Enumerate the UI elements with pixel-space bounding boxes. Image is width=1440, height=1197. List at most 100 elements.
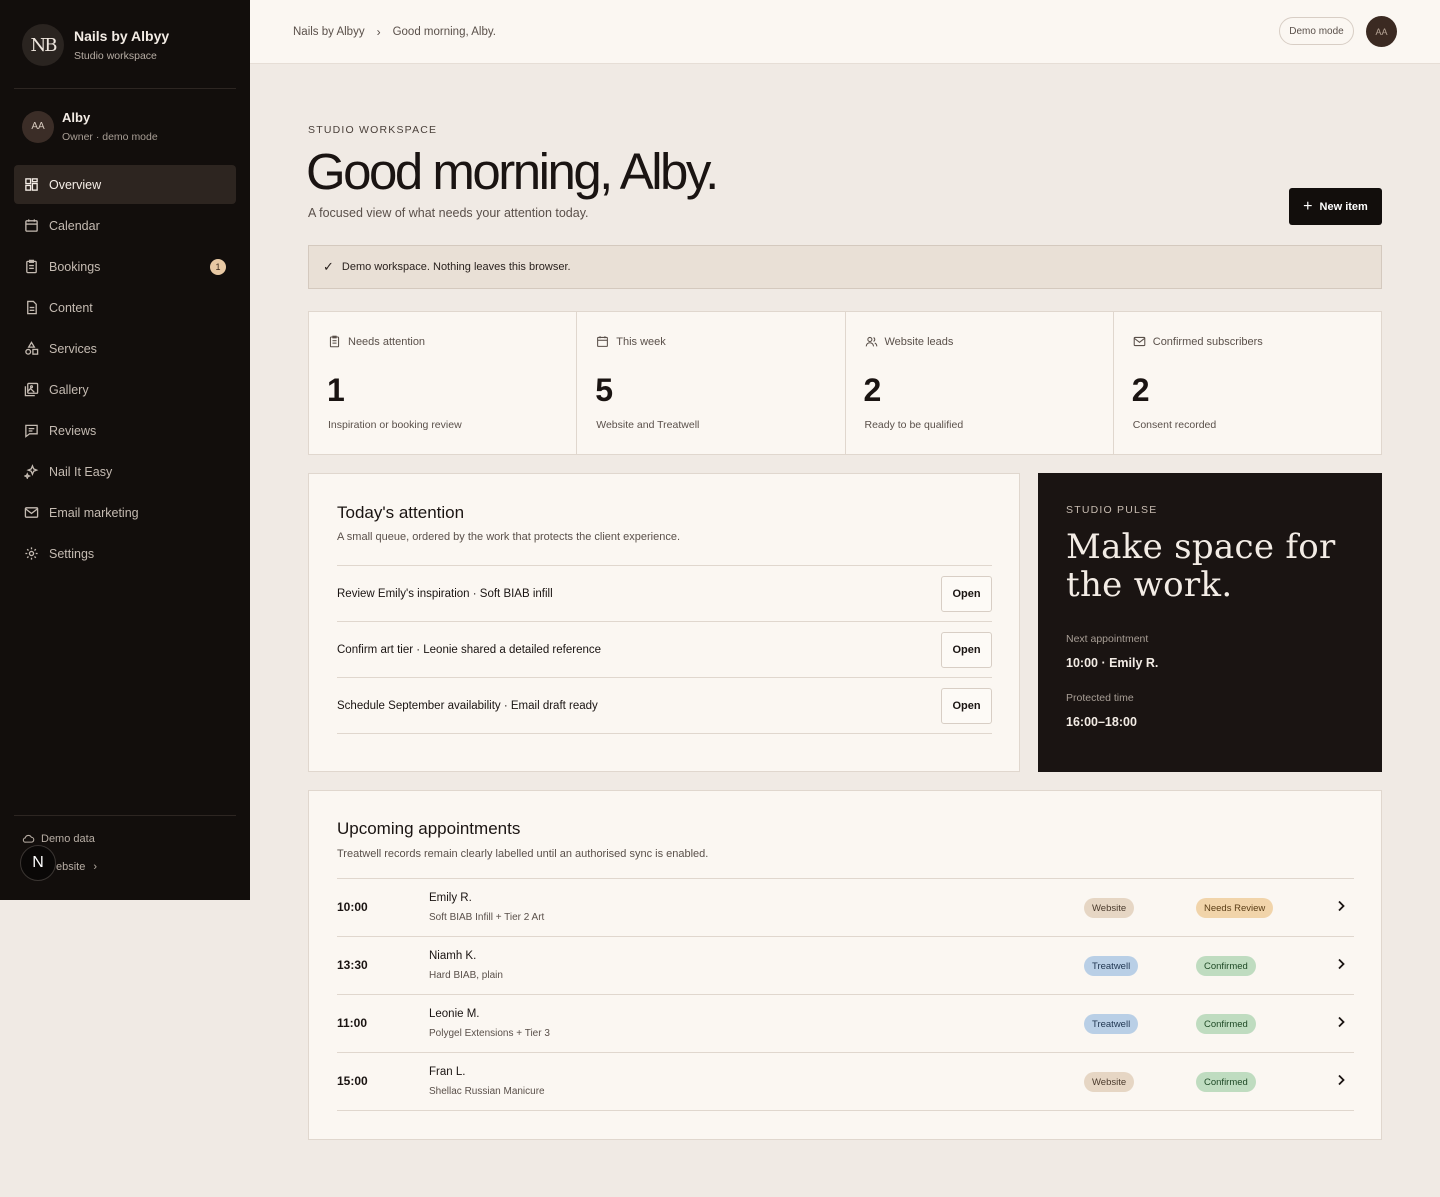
chevron-right-icon[interactable] bbox=[1334, 957, 1348, 971]
stat-sub: Website and Treatwell bbox=[596, 419, 700, 431]
source-badge: Treatwell bbox=[1084, 956, 1139, 976]
plus-icon: + bbox=[1303, 197, 1313, 215]
service-name: Polygel Extensions + Tier 3 bbox=[429, 1028, 550, 1039]
stat-card-this-week[interactable]: This week 5 Website and Treatwell bbox=[577, 312, 846, 454]
appointments-title: Upcoming appointments bbox=[337, 819, 521, 838]
stat-sub: Consent recorded bbox=[1132, 419, 1217, 431]
stat-card-needs-attention[interactable]: Needs attention 1 Inspiration or booking… bbox=[309, 312, 578, 454]
sidebar-item-nail-it-easy[interactable]: Nail It Easy bbox=[14, 452, 236, 491]
service-name: Shellac Russian Manicure bbox=[429, 1086, 545, 1097]
protected-time-value: 16:00–18:00 bbox=[1066, 715, 1137, 729]
chevron-right-icon[interactable] bbox=[1334, 1073, 1348, 1087]
brand-subtitle: Studio workspace bbox=[74, 50, 157, 62]
appointment-time: 10:00 bbox=[337, 900, 368, 914]
sidebar-item-reviews[interactable]: Reviews bbox=[14, 411, 236, 450]
stats-row: Needs attention 1 Inspiration or booking… bbox=[308, 311, 1382, 455]
shapes-icon bbox=[23, 341, 39, 357]
status-badge: Confirmed bbox=[1196, 1014, 1256, 1034]
breadcrumb-root[interactable]: Nails by Albyy bbox=[293, 26, 365, 38]
topbar: Nails by Albyy › Good morning, Alby. Dem… bbox=[250, 0, 1440, 64]
user-profile[interactable]: AA Alby Owner · demo mode bbox=[22, 110, 158, 143]
pulse-eyebrow: STUDIO PULSE bbox=[1066, 504, 1158, 516]
sidebar-item-email-marketing[interactable]: Email marketing bbox=[14, 493, 236, 532]
upcoming-appointments-card: Upcoming appointments Treatwell records … bbox=[308, 790, 1382, 1140]
demo-banner-text: Demo workspace. Nothing leaves this brow… bbox=[341, 261, 571, 273]
sidebar-item-label: Gallery bbox=[49, 382, 89, 397]
dev-tools-badge[interactable]: N bbox=[20, 845, 56, 881]
check-icon: ✓ bbox=[323, 259, 334, 274]
chevron-right-icon[interactable] bbox=[1334, 899, 1348, 913]
sidebar-item-settings[interactable]: Settings bbox=[14, 534, 236, 573]
page-eyebrow: STUDIO WORKSPACE bbox=[308, 124, 438, 136]
attention-item-text: Review Emily's inspiration · Soft BIAB i… bbox=[337, 587, 553, 600]
attention-item-text: Confirm art tier · Leonie shared a detai… bbox=[337, 643, 602, 656]
sidebar-item-content[interactable]: Content bbox=[14, 288, 236, 327]
stat-card-confirmed-subscribers[interactable]: Confirmed subscribers 2 Consent recorded bbox=[1114, 312, 1381, 454]
stat-sub: Ready to be qualified bbox=[864, 419, 964, 431]
demo-banner: ✓ Demo workspace. Nothing leaves this br… bbox=[308, 245, 1382, 289]
clipboard-icon bbox=[23, 259, 39, 275]
user-name: Alby bbox=[62, 110, 91, 125]
mail-icon bbox=[1133, 336, 1146, 347]
sidebar-item-label: Overview bbox=[49, 177, 102, 192]
stat-label: Confirmed subscribers bbox=[1152, 335, 1263, 348]
todays-attention-card: Today's attention A small queue, ordered… bbox=[308, 473, 1020, 772]
stat-value: 1 bbox=[327, 372, 345, 408]
table-row[interactable]: 10:00 Emily R. Soft BIAB Infill + Tier 2… bbox=[337, 879, 1354, 937]
open-button[interactable]: Open bbox=[941, 687, 992, 724]
sidebar-item-overview[interactable]: Overview bbox=[14, 165, 236, 204]
sidebar-item-bookings[interactable]: Bookings 1 bbox=[14, 247, 236, 286]
stat-card-website-leads[interactable]: Website leads 2 Ready to be qualified bbox=[846, 312, 1114, 454]
website-link[interactable]: ebsite › bbox=[56, 861, 97, 873]
sidebar-item-services[interactable]: Services bbox=[14, 329, 236, 368]
cloud-icon bbox=[22, 834, 35, 843]
attention-title: Today's attention bbox=[337, 503, 465, 522]
appointment-time: 15:00 bbox=[337, 1074, 368, 1088]
gallery-icon bbox=[23, 382, 39, 398]
client-name: Leonie M. bbox=[429, 1008, 480, 1020]
sidebar-item-label: Reviews bbox=[49, 423, 97, 438]
page-title: Good morning, Alby. bbox=[306, 143, 719, 200]
chevron-right-icon[interactable] bbox=[1334, 1015, 1348, 1029]
appointments-desc: Treatwell records remain clearly labelle… bbox=[337, 848, 709, 860]
sidebar-item-calendar[interactable]: Calendar bbox=[14, 206, 236, 245]
sidebar-divider bbox=[14, 88, 236, 89]
table-row[interactable]: 11:00 Leonie M. Polygel Extensions + Tie… bbox=[337, 995, 1354, 1053]
sidebar-item-label: Content bbox=[49, 300, 93, 315]
appointments-list: 10:00 Emily R. Soft BIAB Infill + Tier 2… bbox=[337, 878, 1354, 1111]
avatar[interactable]: AA bbox=[1366, 16, 1397, 47]
sidebar-item-gallery[interactable]: Gallery bbox=[14, 370, 236, 409]
stat-label: Website leads bbox=[884, 335, 954, 348]
table-row[interactable]: 15:00 Fran L. Shellac Russian Manicure W… bbox=[337, 1053, 1354, 1111]
stat-value: 2 bbox=[1131, 372, 1150, 408]
pulse-headline: Make space for the work. bbox=[1066, 527, 1336, 605]
appointment-time: 11:00 bbox=[337, 1016, 368, 1030]
breadcrumb: Nails by Albyy › Good morning, Alby. bbox=[293, 25, 496, 39]
document-icon bbox=[23, 300, 39, 316]
demo-mode-badge[interactable]: Demo mode bbox=[1279, 17, 1354, 45]
status-badge: Needs Review bbox=[1196, 898, 1274, 918]
sidebar-item-label: Email marketing bbox=[49, 505, 139, 520]
sidebar: NB Nails by Albyy Studio workspace AA Al… bbox=[0, 0, 250, 900]
source-badge: Treatwell bbox=[1084, 1014, 1139, 1034]
brand[interactable]: NB Nails by Albyy Studio workspace bbox=[22, 24, 169, 66]
table-row[interactable]: 13:30 Niamh K. Hard BIAB, plain Treatwel… bbox=[337, 937, 1354, 995]
stat-value: 5 bbox=[595, 372, 614, 408]
sidebar-item-label: Bookings bbox=[49, 259, 101, 274]
open-button[interactable]: Open bbox=[941, 631, 992, 668]
stat-sub: Inspiration or booking review bbox=[328, 419, 462, 431]
calendar-icon bbox=[597, 336, 609, 347]
list-item: Review Emily's inspiration · Soft BIAB i… bbox=[337, 566, 992, 622]
mail-icon bbox=[23, 505, 39, 521]
open-button[interactable]: Open bbox=[941, 575, 992, 612]
client-name: Niamh K. bbox=[429, 950, 477, 962]
sidebar-nav: Overview Calendar Bookings 1 Content Ser… bbox=[14, 165, 236, 575]
attention-desc: A small queue, ordered by the work that … bbox=[337, 531, 681, 543]
sidebar-item-label: Nail It Easy bbox=[49, 464, 113, 479]
gear-icon bbox=[23, 546, 39, 562]
stat-value: 2 bbox=[863, 372, 882, 408]
source-badge: Website bbox=[1084, 898, 1135, 918]
new-item-button[interactable]: + New item bbox=[1289, 188, 1382, 225]
brand-name: Nails by Albyy bbox=[74, 28, 170, 44]
source-badge: Website bbox=[1084, 1072, 1135, 1092]
